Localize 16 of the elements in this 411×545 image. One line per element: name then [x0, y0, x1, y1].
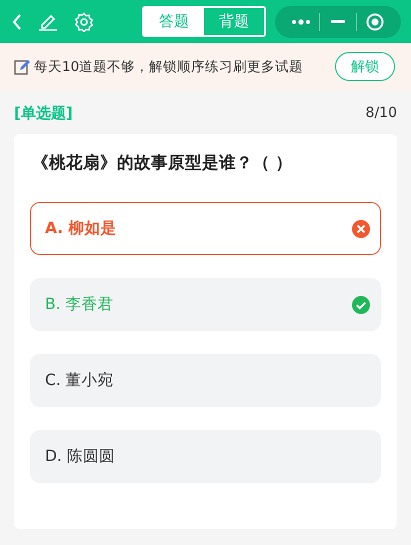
- answer-option[interactable]: A. 柳如是: [30, 202, 381, 255]
- unlock-button[interactable]: 解锁: [335, 52, 395, 81]
- question-text: 《桃花扇》的故事原型是谁？（ ）: [32, 152, 294, 174]
- back-icon[interactable]: [12, 14, 22, 30]
- progress-counter: 8/10: [366, 105, 397, 121]
- promo-text: 每天10道题不够，解锁顺序练习刷更多试题: [34, 58, 304, 76]
- settings-icon[interactable]: [74, 12, 94, 32]
- note-edit-icon: [14, 58, 30, 74]
- question-type: [单选题]: [14, 104, 73, 122]
- answer-option[interactable]: B. 李香君: [30, 278, 381, 331]
- answer-option[interactable]: D. 陈圆圆: [30, 430, 381, 483]
- answer-option[interactable]: C. 董小宛: [30, 354, 381, 407]
- tab[interactable]: 答题: [144, 8, 204, 35]
- edit-icon[interactable]: [38, 12, 58, 30]
- close-icon[interactable]: [366, 12, 384, 30]
- more-icon[interactable]: [292, 18, 310, 24]
